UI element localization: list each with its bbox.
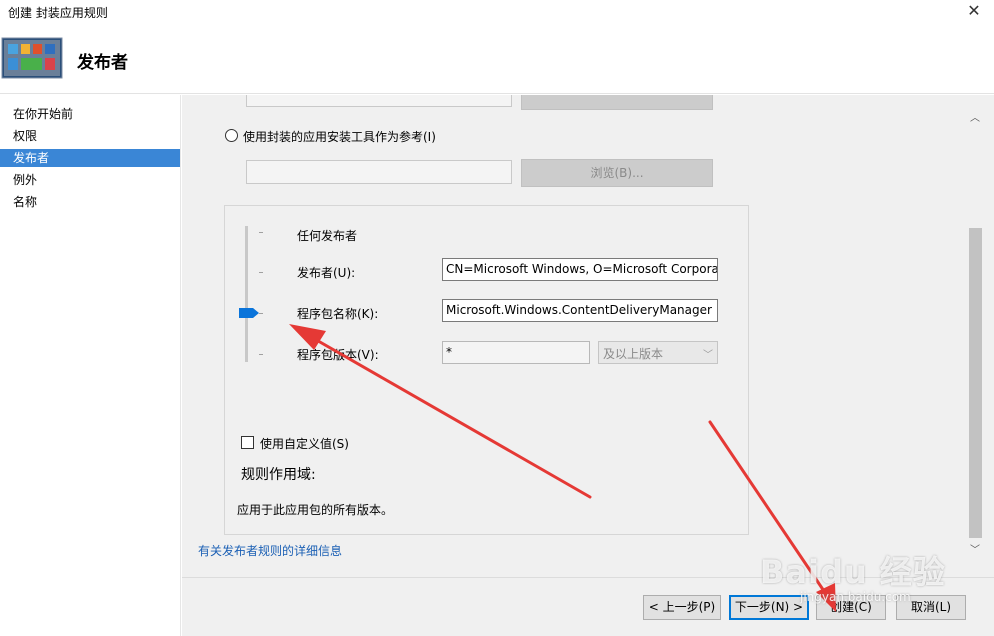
- wizard-nav: 在你开始前 权限 发布者 例外 名称: [0, 95, 181, 636]
- publisher-slider-group: 任何发布者 发布者(U): CN=Microsoft Windows, O=Mi…: [224, 205, 749, 535]
- rule-scope-heading: 规则作用域:: [241, 467, 316, 483]
- reference-option-label: 使用封装的应用安装工具作为参考(I): [243, 130, 436, 144]
- main-panel: 使用封装的应用安装工具作为参考(I) 浏览(B)... 任何发布者 发布者(U)…: [182, 95, 994, 577]
- any-publisher-label: 任何发布者: [297, 229, 358, 243]
- content-scrollbar[interactable]: ︿ ﹀: [960, 95, 994, 562]
- publisher-slider-track[interactable]: [245, 226, 248, 362]
- package-version-label: 程序包版本(V):: [297, 348, 379, 362]
- previous-browse-button[interactable]: [521, 95, 713, 110]
- nav-item-before-you-begin[interactable]: 在你开始前: [0, 105, 180, 123]
- publisher-label: 发布者(U):: [297, 266, 356, 280]
- window-title: 创建 封装应用规则: [8, 6, 108, 20]
- version-scope-select[interactable]: 及以上版本 ﹀: [598, 341, 718, 364]
- applocker-icon: [1, 37, 63, 79]
- dialog-window: 创建 封装应用规则 ✕ 发布者 在你开始前 权限 发布者 例外 名称 使用封装的…: [0, 0, 994, 636]
- back-button[interactable]: < 上一步(P): [643, 595, 721, 620]
- publisher-rule-help-link[interactable]: 有关发布者规则的详细信息: [198, 542, 342, 559]
- custom-value-checkbox[interactable]: [241, 436, 254, 449]
- baidu-watermark-url: jingyan.baidu.com: [800, 590, 911, 604]
- scrollbar-thumb[interactable]: [969, 228, 982, 538]
- baidu-watermark-logo: Baidu 经验: [760, 553, 946, 591]
- page-title: 发布者: [77, 53, 128, 73]
- slider-tick: [259, 354, 263, 355]
- publisher-input[interactable]: CN=Microsoft Windows, O=Microsoft Corpor…: [442, 258, 718, 281]
- package-name-label: 程序包名称(K):: [297, 307, 379, 321]
- previous-file-field[interactable]: [246, 95, 512, 107]
- slider-tick: [259, 232, 263, 233]
- scroll-down-icon[interactable]: ﹀: [970, 541, 980, 556]
- slider-tick: [259, 313, 263, 314]
- package-version-input[interactable]: *: [442, 341, 590, 364]
- nav-item-exceptions[interactable]: 例外: [0, 171, 180, 189]
- nav-item-name[interactable]: 名称: [0, 193, 180, 211]
- publisher-slider-thumb[interactable]: [239, 308, 259, 318]
- scroll-up-icon[interactable]: ︿: [970, 109, 980, 124]
- custom-value-label: 使用自定义值(S): [260, 437, 349, 451]
- nav-item-permissions[interactable]: 权限: [0, 127, 180, 145]
- reference-path-field[interactable]: [246, 160, 512, 184]
- chevron-down-icon: ﹀: [703, 350, 713, 361]
- browse-button[interactable]: 浏览(B)...: [521, 159, 713, 187]
- nav-item-publisher[interactable]: 发布者: [0, 149, 180, 167]
- title-bar: 创建 封装应用规则 ✕: [0, 0, 994, 24]
- package-name-input[interactable]: Microsoft.Windows.ContentDeliveryManager: [442, 299, 718, 322]
- close-icon[interactable]: ✕: [954, 0, 994, 24]
- slider-tick: [259, 272, 263, 273]
- rule-scope-text: 应用于此应用包的所有版本。: [237, 503, 394, 517]
- page-header: 发布者: [0, 24, 994, 94]
- reference-radio[interactable]: [225, 129, 238, 142]
- version-scope-value: 及以上版本: [603, 347, 664, 361]
- next-button[interactable]: 下一步(N) >: [729, 595, 809, 620]
